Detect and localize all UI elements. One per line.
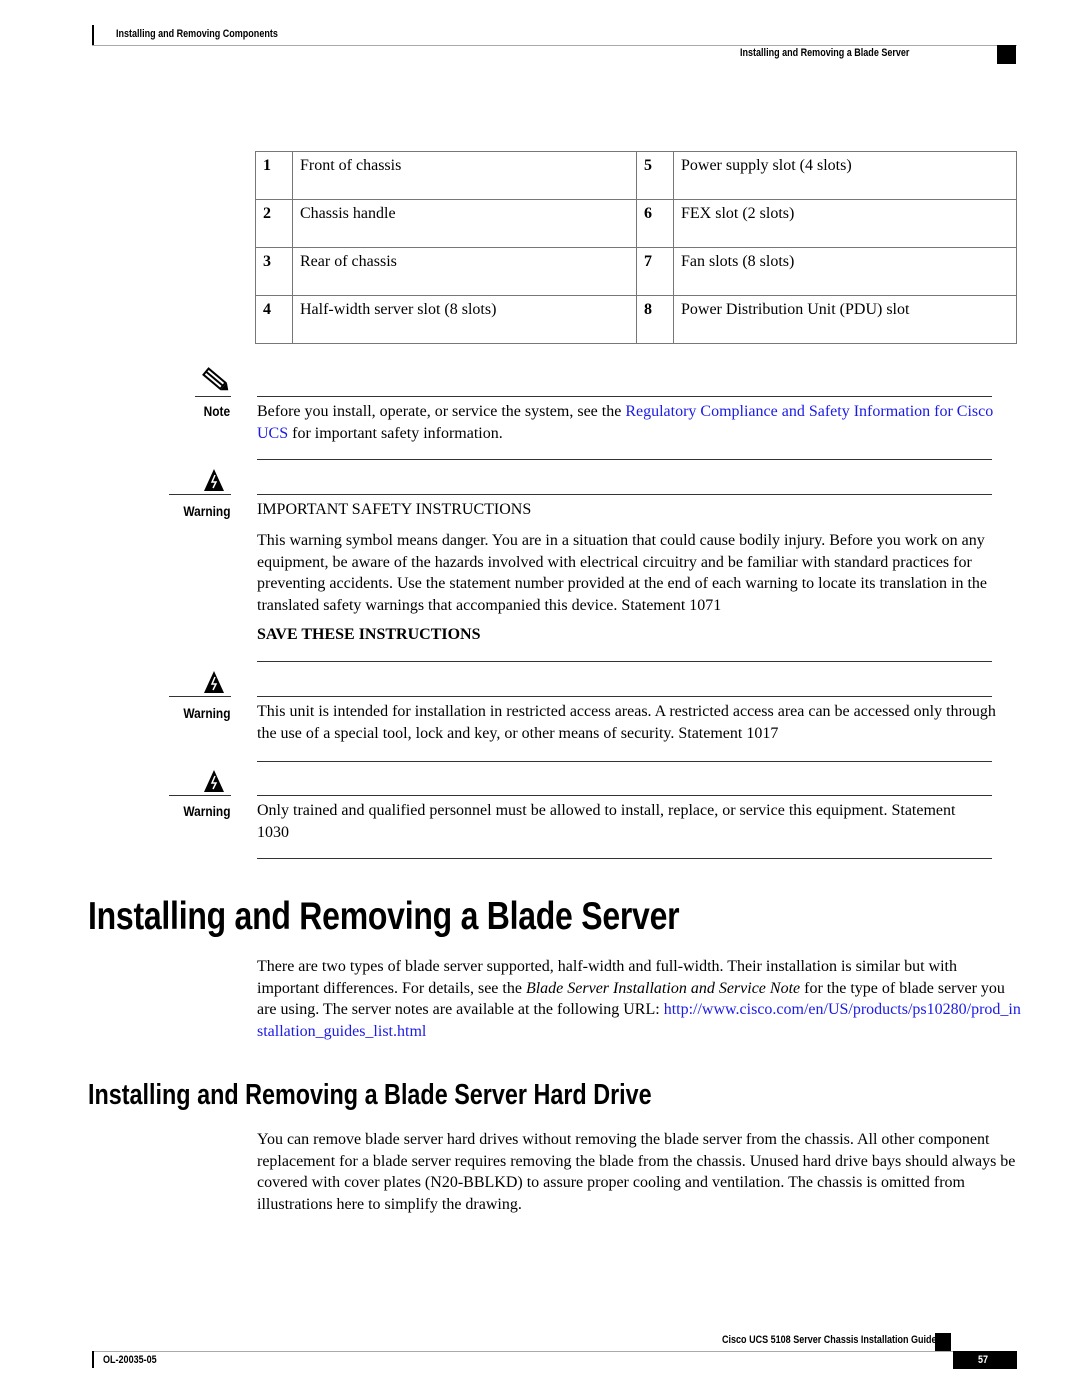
note-text: Before you install, operate, or service … bbox=[257, 401, 997, 444]
warning-icon-rule bbox=[169, 494, 231, 495]
legend-description: Front of chassis bbox=[292, 151, 637, 200]
legend-number: 1 bbox=[255, 151, 293, 200]
document-title-reference: Blade Server Installation and Service No… bbox=[525, 979, 801, 997]
warning-lightning-icon bbox=[204, 671, 224, 693]
note-icon-rule bbox=[195, 396, 231, 397]
legend-number: 2 bbox=[255, 199, 293, 248]
header-left-bar bbox=[92, 25, 94, 45]
legend-number: 5 bbox=[636, 151, 674, 200]
legend-description: Half-width server slot (8 slots) bbox=[292, 295, 637, 344]
warning-bottom-rule bbox=[257, 858, 992, 859]
warning-footer: SAVE THESE INSTRUCTIONS bbox=[257, 626, 481, 643]
header-rule bbox=[92, 45, 1017, 46]
warning-label: Warning bbox=[182, 705, 230, 721]
pencil-note-icon bbox=[202, 367, 229, 391]
warning-label: Warning bbox=[182, 503, 230, 519]
header-section-title: Installing and Removing a Blade Server bbox=[740, 47, 910, 59]
table-row: 1 Front of chassis 5 Power supply slot (… bbox=[255, 151, 1017, 200]
legend-number: 7 bbox=[636, 247, 674, 296]
table-row: 3 Rear of chassis 7 Fan slots (8 slots) bbox=[255, 247, 1017, 296]
footer-guide-title: Cisco UCS 5108 Server Chassis Installati… bbox=[722, 1334, 937, 1346]
legend-description: Power Distribution Unit (PDU) slot bbox=[673, 295, 1017, 344]
legend-description: FEX slot (2 slots) bbox=[673, 199, 1017, 248]
note-label: Note bbox=[203, 403, 230, 419]
warning-label: Warning bbox=[182, 803, 230, 819]
legend-number: 8 bbox=[636, 295, 674, 344]
note-text-after: for important safety information. bbox=[288, 424, 503, 442]
footer-doc-number: OL-20035-05 bbox=[103, 1354, 157, 1366]
legend-description: Power supply slot (4 slots) bbox=[673, 151, 1017, 200]
note-top-rule bbox=[257, 396, 992, 397]
warning-text: This warning symbol means danger. You ar… bbox=[257, 532, 987, 614]
note-text-before: Before you install, operate, or service … bbox=[257, 403, 626, 420]
warning-lightning-icon bbox=[204, 770, 224, 792]
footer-left-bar bbox=[92, 1351, 94, 1368]
warning-top-rule bbox=[257, 795, 992, 796]
legend-number: 4 bbox=[255, 295, 293, 344]
legend-description: Fan slots (8 slots) bbox=[673, 247, 1017, 296]
warning-top-rule bbox=[257, 696, 992, 697]
page-number: 57 bbox=[978, 1354, 989, 1366]
note-bottom-rule bbox=[257, 459, 992, 460]
warning-bottom-rule bbox=[257, 761, 992, 762]
section-title-blade-server: Installing and Removing a Blade Server bbox=[88, 895, 680, 938]
footer-tab-block bbox=[935, 1333, 951, 1351]
header-tab-block bbox=[997, 45, 1016, 64]
section-title-hard-drive: Installing and Removing a Blade Server H… bbox=[88, 1079, 652, 1111]
legend-description: Chassis handle bbox=[292, 199, 637, 248]
warning-text: This unit is intended for installation i… bbox=[257, 703, 996, 742]
warning-bottom-rule bbox=[257, 661, 992, 662]
warning-icon-rule bbox=[169, 795, 231, 796]
section-paragraph: There are two types of blade server supp… bbox=[257, 956, 1022, 1042]
table-row: 4 Half-width server slot (8 slots) 8 Pow… bbox=[255, 295, 1017, 344]
warning-lightning-icon bbox=[204, 469, 224, 491]
warning-text: Only trained and qualified personnel mus… bbox=[257, 802, 956, 841]
warning-top-rule bbox=[257, 494, 992, 495]
warning-icon-rule bbox=[169, 696, 231, 697]
table-row: 2 Chassis handle 6 FEX slot (2 slots) bbox=[255, 199, 1017, 248]
header-chapter-title: Installing and Removing Components bbox=[116, 28, 278, 40]
legend-number: 6 bbox=[636, 199, 674, 248]
footer-rule bbox=[92, 1351, 1017, 1352]
legend-number: 3 bbox=[255, 247, 293, 296]
section-paragraph: You can remove blade server hard drives … bbox=[257, 1131, 1016, 1213]
warning-heading: IMPORTANT SAFETY INSTRUCTIONS bbox=[257, 501, 532, 518]
legend-description: Rear of chassis bbox=[292, 247, 637, 296]
legend-table: 1 Front of chassis 5 Power supply slot (… bbox=[255, 151, 1017, 344]
